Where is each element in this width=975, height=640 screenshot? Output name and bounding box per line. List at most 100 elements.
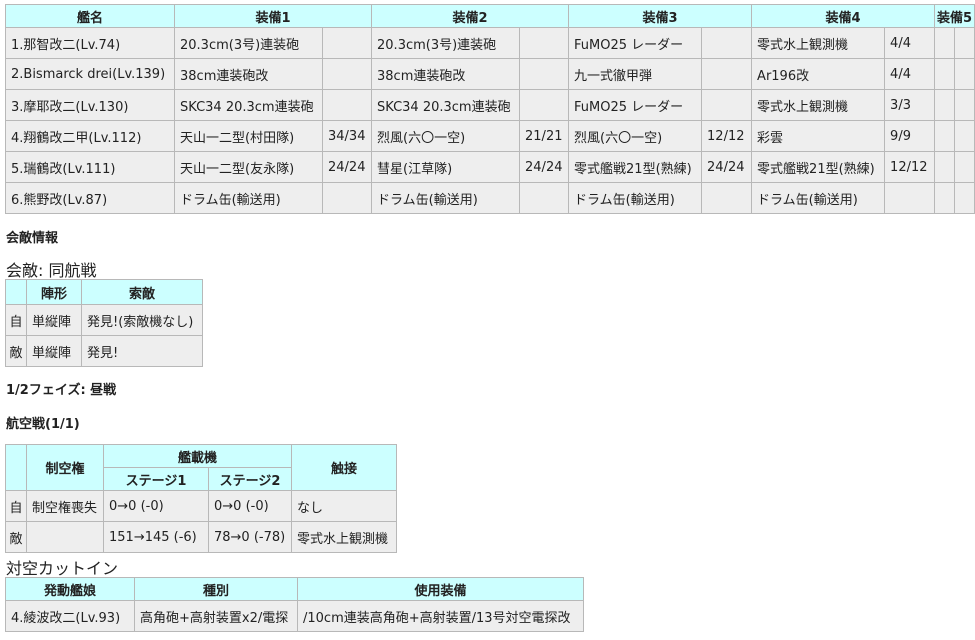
table-row: 1.那智改二(Lv.74) 20.3cm(3号)連装砲 20.3cm(3号)連装砲 F… bbox=[5, 27, 975, 59]
table-row: 3.摩耶改二(Lv.130) SKC34 20.3cm連装砲 SKC34 20.3c… bbox=[5, 89, 975, 121]
fleet-header-row: 艦名 装備1 装備2 装備3 装備4 装備5 bbox=[5, 4, 975, 28]
equipment-4-slots: 3/3 bbox=[884, 89, 936, 121]
ship-name: 6.熊野改(Lv.87) bbox=[5, 182, 175, 214]
stage2-enemy: 78→0 (-78) bbox=[208, 521, 292, 553]
equipment-1-name: 天山一二型(村田隊) bbox=[174, 120, 323, 152]
equipment-2-name: SKC34 20.3cm連装砲 bbox=[371, 89, 521, 121]
equipment-3-slots: 12/12 bbox=[701, 120, 753, 152]
table-row: 4.翔鶴改二甲(Lv.112) 天山一二型(村田隊) 34/34 烈風(六〇一空) 21… bbox=[5, 120, 975, 152]
side-self: 自 bbox=[5, 304, 27, 336]
cutin-type: 高角砲+高射装置x2/電探 bbox=[134, 600, 298, 632]
equipment-1-slots bbox=[321, 89, 373, 121]
equipment-2-slots bbox=[519, 89, 570, 121]
equipment-5-name bbox=[934, 151, 956, 183]
equipment-5-slots bbox=[954, 27, 975, 59]
air-header-row: 制空権 艦載機 触接 bbox=[5, 444, 397, 491]
equipment-2-name: 彗星(江草隊) bbox=[371, 151, 521, 183]
equipment-5-slots bbox=[954, 89, 975, 121]
equipment-3-name: ドラム缶(輸送用) bbox=[568, 182, 703, 214]
equipment-1-slots bbox=[321, 182, 373, 214]
stage2-self: 0→0 (-0) bbox=[208, 490, 292, 522]
header-equip-4: 装備4 bbox=[751, 4, 936, 28]
equipment-1-name: ドラム缶(輸送用) bbox=[174, 182, 323, 214]
aa-cutin-table: 発動艦娘 種別 使用装備 4.綾波改二(Lv.93) 高角砲+高射装置x2/電探… bbox=[5, 577, 584, 632]
table-row: 敵 単縦陣 発見! bbox=[5, 335, 203, 367]
equipment-4-slots: 9/9 bbox=[884, 120, 936, 152]
equipment-2-slots bbox=[519, 182, 570, 214]
header-equip-5: 装備5 bbox=[934, 4, 975, 28]
equipment-5-slots bbox=[954, 182, 975, 214]
equipment-5-name bbox=[934, 27, 956, 59]
contact-self: なし bbox=[291, 490, 397, 522]
header-side bbox=[5, 444, 27, 491]
equipment-4-slots bbox=[884, 182, 936, 214]
side-enemy: 敵 bbox=[5, 335, 27, 367]
table-row: 敵 151→145 (-6) 78→0 (-78) 零式水上観測機 bbox=[5, 521, 397, 553]
equipment-3-name: 九一式徹甲弾 bbox=[568, 58, 703, 90]
header-contact: 触接 bbox=[291, 444, 397, 491]
equipment-1-slots: 24/24 bbox=[321, 151, 373, 183]
equipment-1-name: 38cm連装砲改 bbox=[174, 58, 323, 90]
equipment-3-name: 零式艦戦21型(熟練) bbox=[568, 151, 703, 183]
ship-name: 5.瑞鶴改(Lv.111) bbox=[5, 151, 175, 183]
formation-self: 単縦陣 bbox=[26, 304, 82, 336]
header-type: 種別 bbox=[134, 577, 298, 601]
equipment-4-name: 零式艦戦21型(熟練) bbox=[751, 151, 886, 183]
equipment-4-name: ドラム缶(輸送用) bbox=[751, 182, 886, 214]
table-row: 自 制空権喪失 0→0 (-0) 0→0 (-0) なし bbox=[5, 490, 397, 522]
equipment-2-name: ドラム缶(輸送用) bbox=[371, 182, 521, 214]
equipment-4-name: 零式水上観測機 bbox=[751, 27, 886, 59]
side-enemy: 敵 bbox=[5, 521, 27, 553]
header-trigger-ship: 発動艦娘 bbox=[5, 577, 135, 601]
equipment-4-name: 彩雲 bbox=[751, 120, 886, 152]
header-side bbox=[5, 279, 27, 305]
table-row: 4.綾波改二(Lv.93) 高角砲+高射装置x2/電探 /10cm連装高角砲+高… bbox=[5, 600, 584, 632]
fleet-table: 艦名 装備1 装備2 装備3 装備4 装備5 1.那智改二(Lv.74) 20.3… bbox=[5, 4, 975, 214]
equipment-2-name: 38cm連装砲改 bbox=[371, 58, 521, 90]
side-self: 自 bbox=[5, 490, 27, 522]
engagement-header-row: 陣形 索敵 bbox=[5, 279, 203, 305]
equipment-5-name bbox=[934, 182, 956, 214]
header-equipment-used: 使用装備 bbox=[297, 577, 584, 601]
equipment-used: /10cm連装高角砲+高射装置/13号対空電探改 bbox=[297, 600, 584, 632]
equipment-1-name: 天山一二型(友永隊) bbox=[174, 151, 323, 183]
header-stage-1: ステージ1 bbox=[103, 467, 209, 491]
enemy-info-title: 会敵情報 bbox=[6, 231, 59, 246]
header-carrier-planes: 艦載機 bbox=[103, 444, 292, 468]
ship-name: 3.摩耶改二(Lv.130) bbox=[5, 89, 175, 121]
equipment-5-name bbox=[934, 89, 956, 121]
air-control-enemy bbox=[26, 521, 104, 553]
equipment-5-slots bbox=[954, 151, 975, 183]
phase-title: 1/2フェイズ: 昼戦 bbox=[6, 383, 117, 398]
equipment-5-name bbox=[934, 58, 956, 90]
header-equip-1: 装備1 bbox=[173, 4, 373, 28]
engagement-table: 陣形 索敵 自 単縦陣 発見!(索敵機なし) 敵 単縦陣 発見! bbox=[5, 279, 203, 367]
equipment-3-name: FuMO25 レーダー bbox=[568, 27, 703, 59]
header-equip-2: 装備2 bbox=[371, 4, 570, 28]
equipment-3-name: FuMO25 レーダー bbox=[568, 89, 703, 121]
air-control-self: 制空権喪失 bbox=[26, 490, 104, 522]
equipment-1-slots bbox=[321, 58, 373, 90]
aa-cutin-title: 対空カットイン bbox=[6, 559, 119, 578]
ship-name: 4.翔鶴改二甲(Lv.112) bbox=[5, 120, 175, 152]
equipment-2-slots bbox=[519, 27, 570, 59]
equipment-4-name: Ar196改 bbox=[751, 58, 886, 90]
equipment-3-slots bbox=[701, 27, 753, 59]
equipment-5-slots bbox=[954, 120, 975, 152]
trigger-ship: 4.綾波改二(Lv.93) bbox=[5, 600, 135, 632]
equipment-1-slots bbox=[321, 27, 373, 59]
equipment-1-slots: 34/34 bbox=[321, 120, 373, 152]
contact-enemy: 零式水上観測機 bbox=[291, 521, 397, 553]
equipment-4-slots: 12/12 bbox=[884, 151, 936, 183]
header-search: 索敵 bbox=[81, 279, 203, 305]
header-equip-3: 装備3 bbox=[568, 4, 753, 28]
header-ship-name: 艦名 bbox=[5, 4, 175, 28]
equipment-5-slots bbox=[954, 58, 975, 90]
equipment-4-slots: 4/4 bbox=[884, 27, 936, 59]
equipment-3-slots: 24/24 bbox=[701, 151, 753, 183]
equipment-1-name: SKC34 20.3cm連装砲 bbox=[174, 89, 323, 121]
ship-name: 1.那智改二(Lv.74) bbox=[5, 27, 175, 59]
equipment-4-name: 零式水上観測機 bbox=[751, 89, 886, 121]
stage1-self: 0→0 (-0) bbox=[103, 490, 209, 522]
air-battle-table: 制空権 艦載機 触接 ステージ1 ステージ2 自 制空権喪失 0→0 (-0) … bbox=[5, 444, 397, 553]
